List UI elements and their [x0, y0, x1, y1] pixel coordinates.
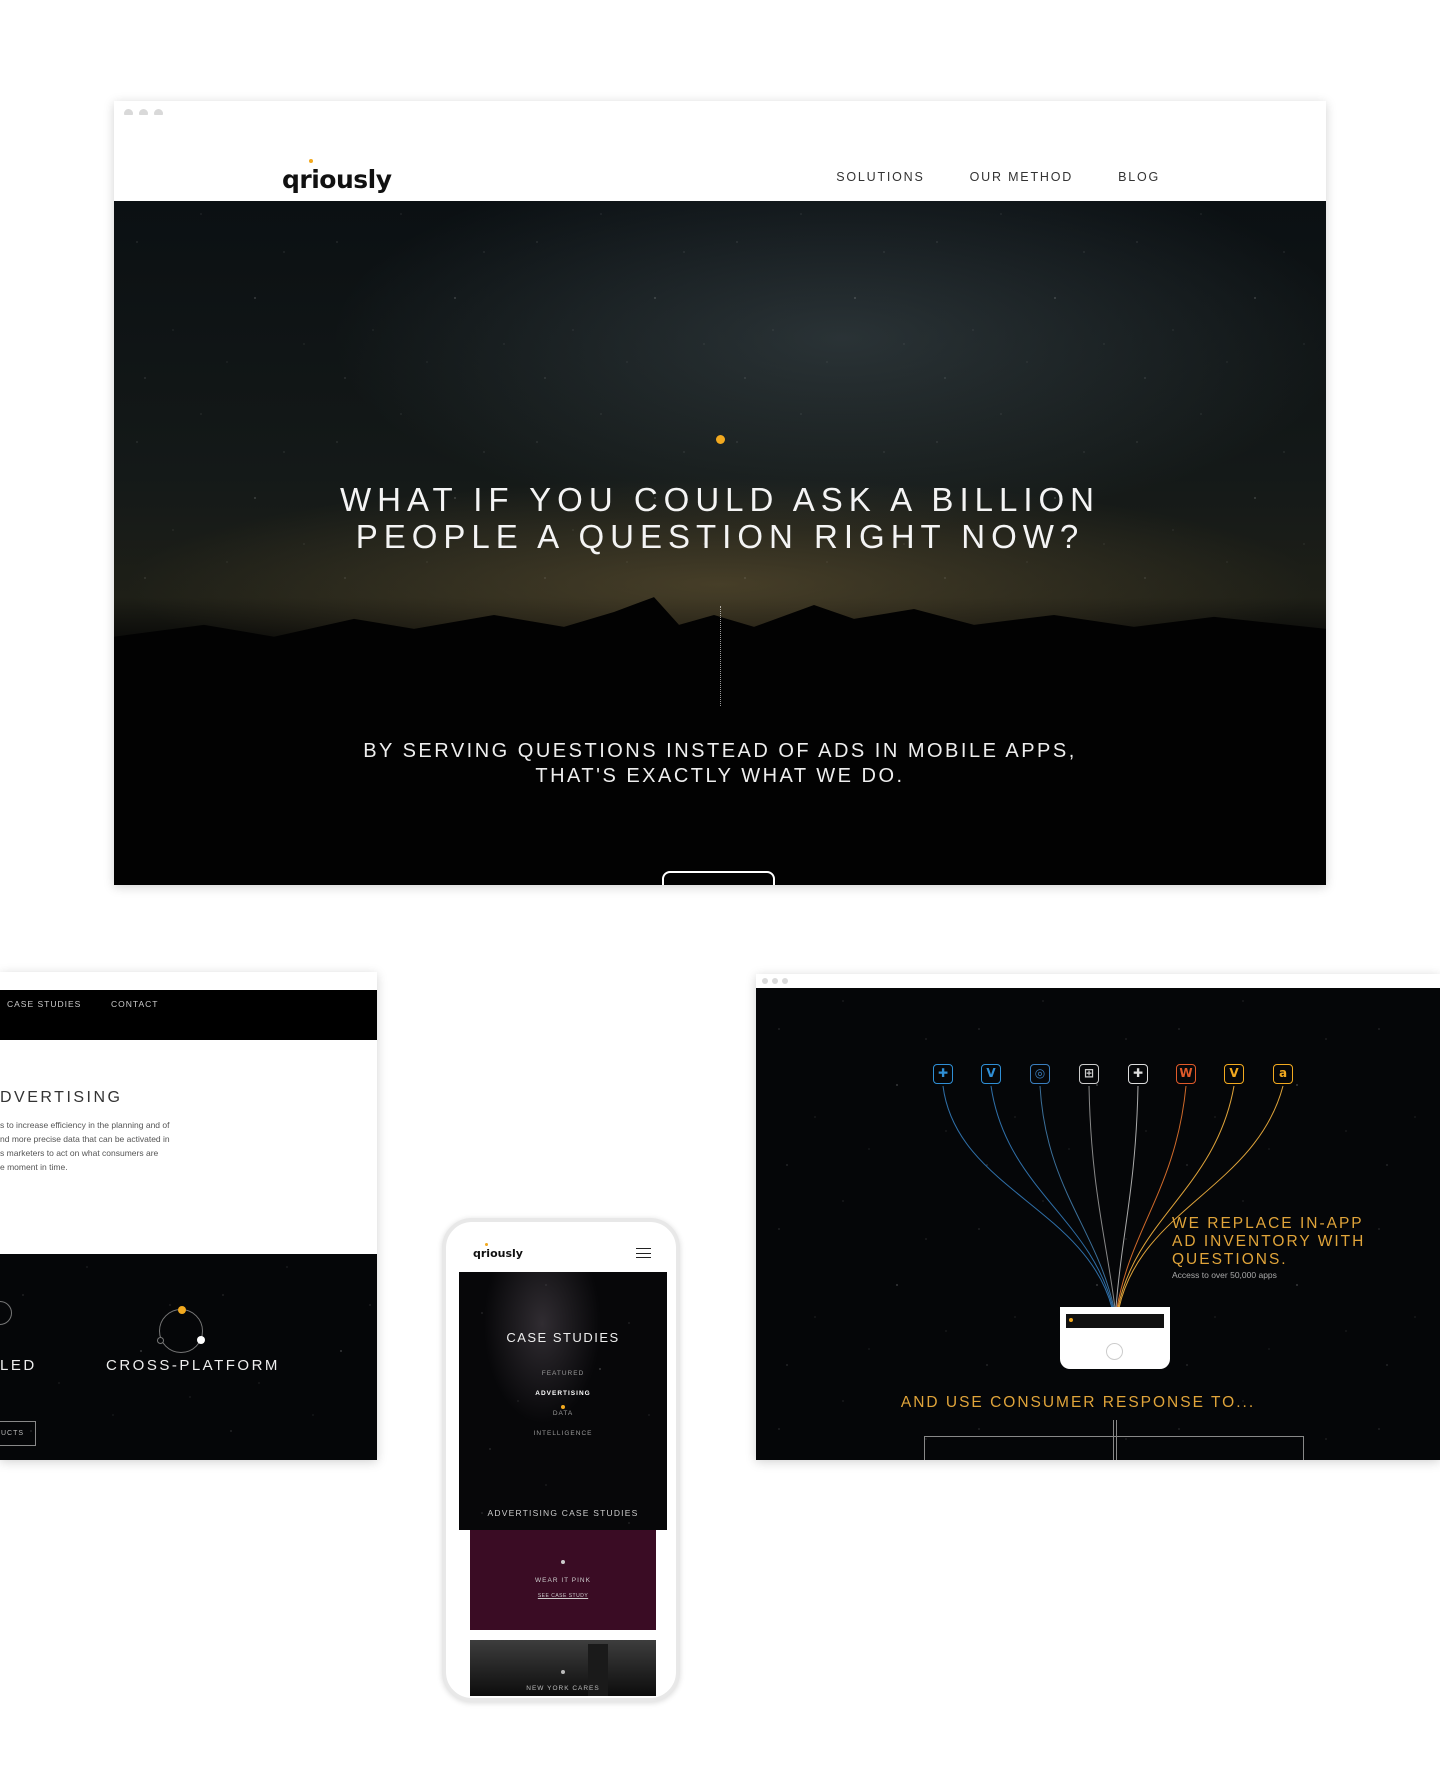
- nav-solutions[interactable]: SOLUTIONS: [836, 170, 924, 184]
- consumer-response-heading: AND USE CONSUMER RESPONSE TO...: [900, 1394, 1256, 1411]
- paragraph-line: nd more precise data that can be activat…: [0, 1134, 170, 1144]
- main-browser-window: qriously SOLUTIONS OUR METHOD BLOG WHAT …: [114, 101, 1326, 885]
- nav-contact[interactable]: CONTACT: [111, 999, 158, 1009]
- case-study-card[interactable]: NEW YORK CARES: [470, 1640, 656, 1696]
- replace-inventory-headline: WE REPLACE IN-APP AD INVENTORY WITH QUES…: [1172, 1215, 1365, 1269]
- venmo-app-icon[interactable]: V: [1224, 1064, 1244, 1084]
- mobile-header: qriously: [446, 1222, 676, 1272]
- home-button-icon: [1106, 1343, 1123, 1360]
- hero-title-line: PEOPLE A QUESTION RIGHT NOW?: [355, 518, 1085, 555]
- hero-subtitle-line: BY SERVING QUESTIONS INSTEAD OF ADS IN M…: [363, 740, 1077, 762]
- card-dot: [561, 1560, 565, 1564]
- logo-text: qriously: [473, 1247, 523, 1260]
- qriously-logo[interactable]: qriously: [282, 159, 392, 194]
- phone-screen: [1066, 1314, 1164, 1328]
- category-data[interactable]: DATA: [459, 1410, 667, 1417]
- paragraph-line: s to increase efficiency in the planning…: [0, 1120, 170, 1130]
- words-app-icon[interactable]: W: [1176, 1064, 1196, 1084]
- hero-cta-button[interactable]: [662, 871, 775, 885]
- feature-label: LED: [0, 1357, 37, 1374]
- category-featured[interactable]: FEATURED: [459, 1370, 667, 1377]
- window-title-bar: [756, 974, 1440, 988]
- left-browser-window: CASE STUDIES CONTACT DVERTISING s to inc…: [0, 972, 377, 1460]
- active-category-dot: [561, 1405, 565, 1409]
- card-title: NEW YORK CARES: [526, 1685, 600, 1692]
- vimeo-app-icon[interactable]: V: [981, 1064, 1001, 1084]
- paragraph-line: s marketers to act on what consumers are: [0, 1148, 159, 1158]
- headline-line: AD INVENTORY WITH: [1172, 1233, 1366, 1250]
- grid-app-icon[interactable]: ⊞: [1079, 1064, 1099, 1084]
- window-dot[interactable]: [772, 978, 778, 984]
- orbit-icon: [157, 1306, 205, 1353]
- case-studies-hero: CASE STUDIES FEATURED ADVERTISING DATA I…: [459, 1272, 667, 1530]
- camera-app-icon[interactable]: ◎: [1030, 1064, 1050, 1084]
- nav-our-method[interactable]: OUR METHOD: [970, 170, 1073, 184]
- logo-text: qriously: [282, 165, 392, 194]
- ring-icon: [0, 1301, 12, 1325]
- case-studies-title: CASE STUDIES: [506, 1330, 620, 1345]
- clover-app-icon[interactable]: ✚: [1128, 1064, 1148, 1084]
- window-dot[interactable]: [762, 978, 768, 984]
- main-nav: SOLUTIONS OUR METHOD BLOG: [836, 170, 1160, 184]
- section-paragraph: s to increase efficiency in the planning…: [0, 1118, 195, 1174]
- hero-subtitle: BY SERVING QUESTIONS INSTEAD OF ADS IN M…: [114, 739, 1326, 789]
- hero-title-line: WHAT IF YOU COULD ASK A BILLION: [339, 481, 1100, 518]
- card-dot: [561, 1670, 565, 1674]
- window-title-bar: [114, 101, 1326, 118]
- nav-case-studies[interactable]: CASE STUDIES: [7, 999, 81, 1009]
- alpha-app-icon[interactable]: a: [1273, 1064, 1293, 1084]
- left-site-nav: CASE STUDIES CONTACT: [0, 990, 377, 1040]
- features-section: LED CROSS-PLATFORM UCTS: [0, 1254, 377, 1460]
- site-header: qriously SOLUTIONS OUR METHOD BLOG: [114, 115, 1326, 201]
- advertising-section: DVERTISING s to increase efficiency in t…: [0, 1040, 377, 1254]
- hero-title: WHAT IF YOU COULD ASK A BILLION PEOPLE A…: [114, 481, 1326, 555]
- paragraph-line: e moment in time.: [0, 1162, 68, 1172]
- logo-dot: [309, 159, 313, 163]
- advertising-case-studies-heading: ADVERTISING CASE STUDIES: [487, 1508, 639, 1518]
- headline-line: WE REPLACE IN-APP: [1172, 1215, 1364, 1232]
- right-browser-window: ✚ V ◎ ⊞ ✚ W V a WE REPLACE IN-APP AD INV…: [756, 974, 1440, 1460]
- plus-app-icon[interactable]: ✚: [933, 1064, 953, 1084]
- headline-line: QUESTIONS.: [1172, 1251, 1288, 1268]
- phone-illustration: [1060, 1307, 1170, 1369]
- see-case-study-link[interactable]: SEE CASE STUDY: [470, 1593, 656, 1599]
- star-field: [459, 1272, 667, 1530]
- case-study-card[interactable]: WEAR IT PINK SEE CASE STUDY: [470, 1530, 656, 1630]
- card-title: WEAR IT PINK: [535, 1577, 591, 1584]
- tree-branches: [924, 1436, 1304, 1460]
- window-dot[interactable]: [782, 978, 788, 984]
- hamburger-menu-icon[interactable]: [636, 1248, 651, 1258]
- access-note: Access to over 50,000 apps: [1172, 1270, 1277, 1280]
- scroll-dotted-line: [720, 606, 721, 706]
- app-network-section: ✚ V ◎ ⊞ ✚ W V a WE REPLACE IN-APP AD INV…: [756, 988, 1440, 1460]
- qriously-logo[interactable]: qriously: [473, 1243, 523, 1260]
- accent-dot: [716, 435, 725, 444]
- feature-cross-platform: CROSS-PLATFORM: [106, 1357, 280, 1374]
- nav-blog[interactable]: BLOG: [1118, 170, 1160, 184]
- mobile-phone-mockup: qriously CASE STUDIES FEATURED ADVERTISI…: [442, 1218, 680, 1702]
- category-advertising[interactable]: ADVERTISING: [459, 1390, 667, 1397]
- products-button[interactable]: UCTS: [0, 1421, 36, 1446]
- category-intelligence[interactable]: INTELLIGENCE: [459, 1430, 667, 1437]
- hero-subtitle-line: THAT'S EXACTLY WHAT WE DO.: [535, 765, 905, 787]
- section-heading: DVERTISING: [0, 1089, 123, 1106]
